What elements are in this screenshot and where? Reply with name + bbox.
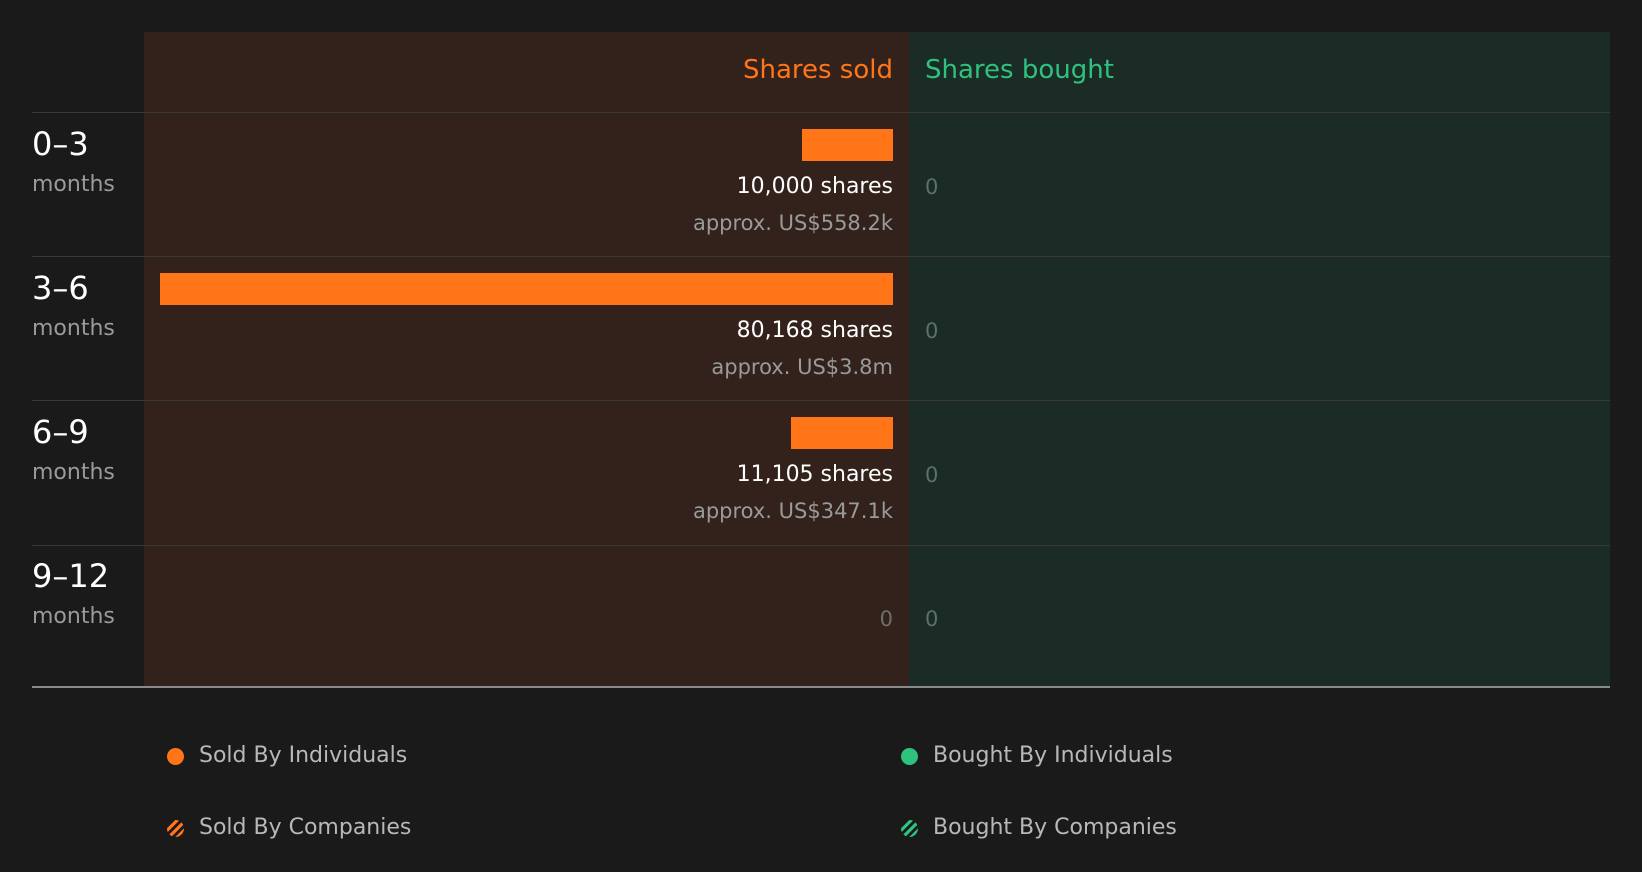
period-range: 0–3 — [32, 125, 89, 163]
sold-shares-label: 80,168 shares — [736, 318, 893, 343]
sold-value-label: 0 — [879, 607, 893, 631]
hatched-dot-icon — [167, 820, 184, 837]
period-range: 6–9 — [32, 413, 89, 451]
period-unit: months — [32, 460, 115, 485]
sold-shares-label: 10,000 shares — [736, 174, 893, 199]
period-unit: months — [32, 604, 115, 629]
sold-shares-label: 11,105 shares — [736, 462, 893, 487]
bought-value-label: 0 — [925, 607, 939, 631]
legend-label: Sold By Individuals — [199, 743, 408, 768]
period-unit: months — [32, 172, 115, 197]
sold-value-label: approx. US$558.2k — [692, 211, 893, 235]
hatched-dot-icon — [901, 820, 918, 837]
period-row: 6–9 months 11,105 shares approx. US$347.… — [0, 401, 1642, 545]
period-range: 9–12 — [32, 557, 110, 595]
legend-label: Bought By Individuals — [933, 743, 1173, 768]
period-row: 3–6 months 80,168 shares approx. US$3.8m… — [0, 257, 1642, 401]
period-row: 0–3 months 10,000 shares approx. US$558.… — [0, 113, 1642, 257]
bought-value-label: 0 — [925, 463, 939, 487]
shares-bought-header: Shares bought — [925, 55, 1114, 85]
solid-dot-icon — [167, 748, 184, 765]
period-row: 9–12 months 0 0 — [0, 545, 1642, 689]
period-range: 3–6 — [32, 269, 89, 307]
solid-dot-icon — [901, 748, 918, 765]
sold-bar — [160, 273, 893, 305]
sold-bar — [802, 129, 893, 161]
bought-value-label: 0 — [925, 175, 939, 199]
period-unit: months — [32, 316, 115, 341]
sold-value-label: approx. US$3.8m — [711, 355, 893, 379]
legend-label: Sold By Companies — [199, 815, 412, 840]
legend-label: Bought By Companies — [933, 815, 1177, 840]
bought-value-label: 0 — [925, 319, 939, 343]
sold-value-label: approx. US$347.1k — [692, 499, 893, 523]
sold-bar — [791, 417, 893, 449]
shares-sold-header: Shares sold — [742, 55, 893, 85]
